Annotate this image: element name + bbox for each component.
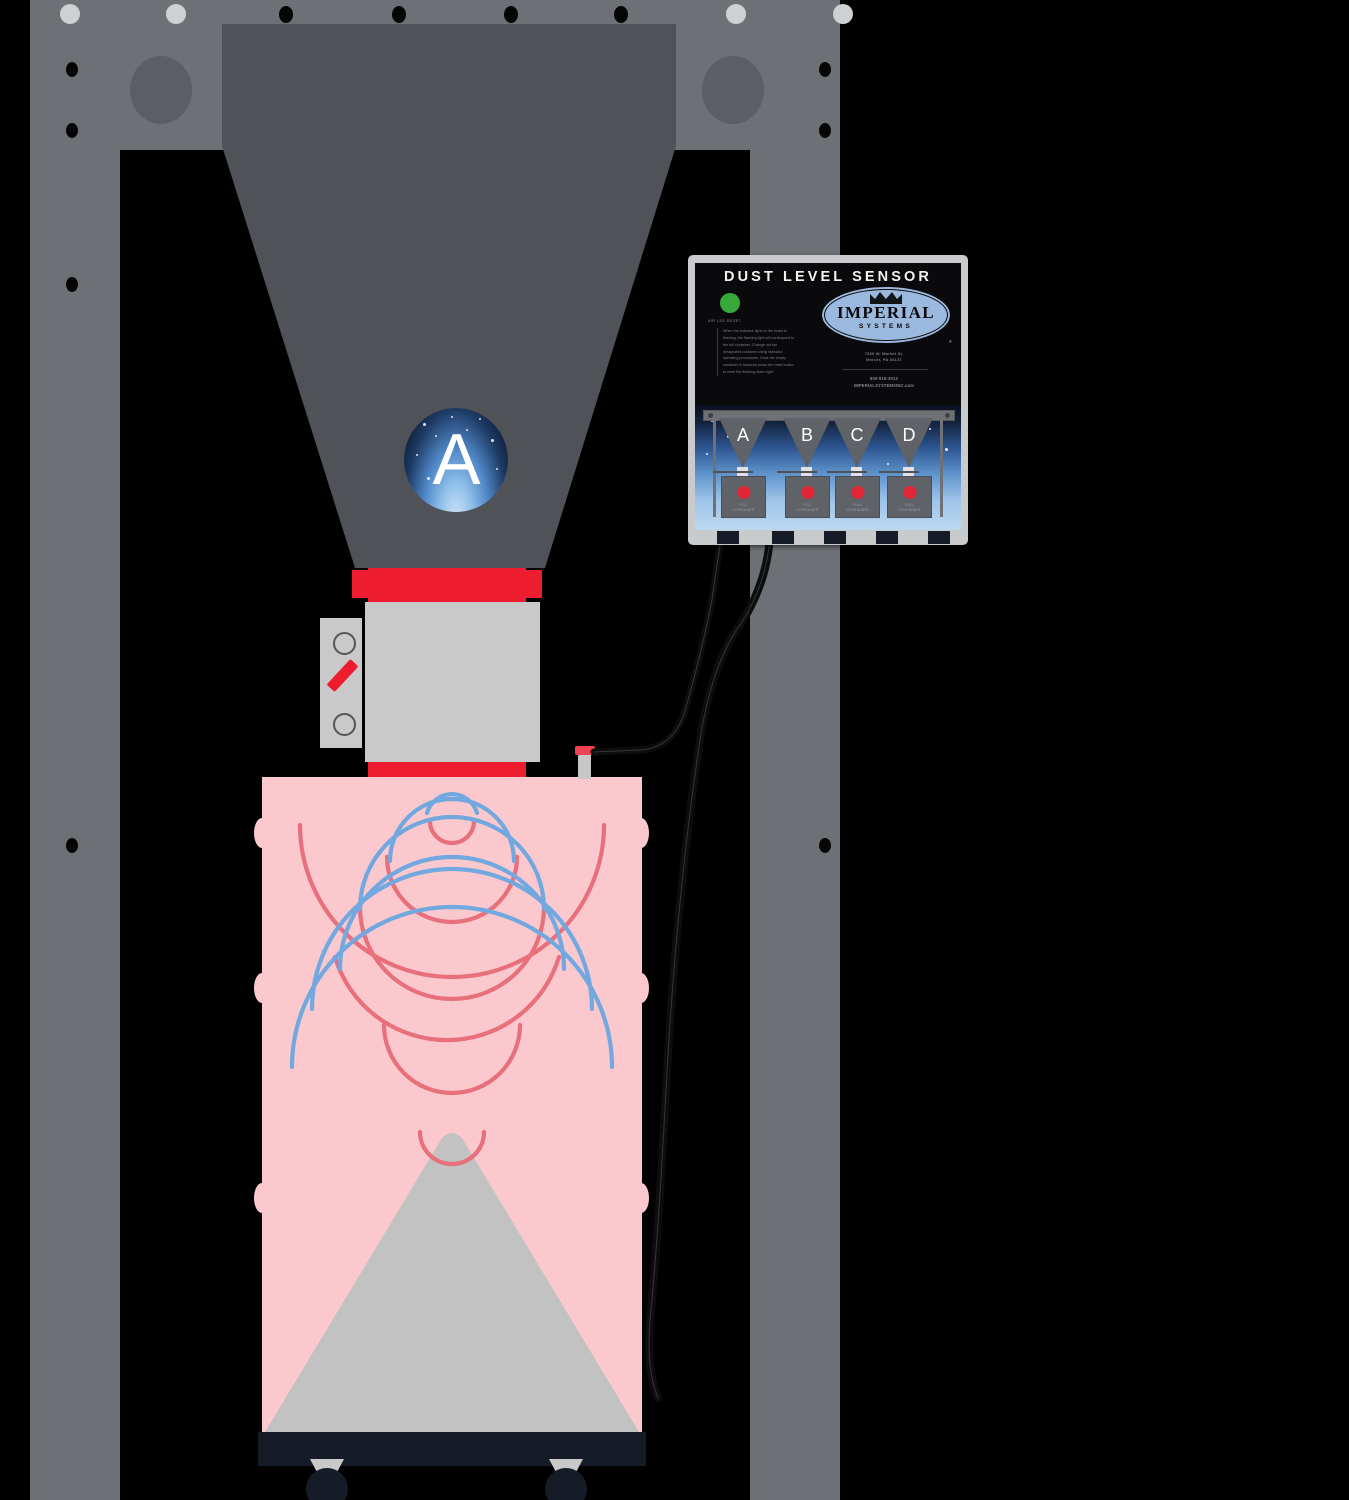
bin-a: FULL CONTAINER <box>721 476 766 518</box>
company-contact: 800-918-3013 IMPERIALSYSTEMSINC.com <box>820 375 948 390</box>
logo-wordmark: IMPERIAL <box>836 303 936 322</box>
bin-arm-a <box>713 471 753 473</box>
led-reset-label: AIR LED RESET <box>708 319 742 323</box>
panel-diagram-photo: A FULL CONTAINER B FULL CONTAINER C FULL… <box>695 405 961 530</box>
support-post <box>940 419 943 517</box>
panel-face: DUST LEVEL SENSOR AIR LED RESET When the… <box>695 263 961 530</box>
bin-led-d <box>903 486 916 499</box>
panel-instructions: When the indicator light on the board is… <box>717 328 795 376</box>
bin-status-d: FULL CONTAINER <box>898 503 921 513</box>
support-post <box>713 419 716 517</box>
bin-letter-d: D <box>902 425 916 445</box>
caster-wheel <box>306 1468 348 1500</box>
bin-led-c <box>851 486 864 499</box>
company-phone: 800-918-3013 <box>870 376 898 381</box>
panel-connector[interactable] <box>876 531 898 544</box>
slide-gate-body <box>365 602 540 762</box>
bin-status-a: FULL CONTAINER <box>732 503 755 513</box>
bin-letter-b: B <box>800 425 813 445</box>
bin-c: FULL CONTAINER <box>835 476 880 518</box>
bin-status-b: FULL CONTAINER <box>796 503 819 513</box>
dust-level-sensor-panel[interactable]: DUST LEVEL SENSOR AIR LED RESET When the… <box>688 255 968 545</box>
ultrasonic-wave-arcs <box>289 792 615 1167</box>
dust-material-pile <box>262 1133 642 1437</box>
imperial-systems-logo: IMPERIAL SYSTEMS ® <box>820 285 952 345</box>
upper-flange-band-inner <box>368 568 526 602</box>
divider <box>842 369 928 370</box>
hopper-badge-letter: A <box>432 420 480 500</box>
bin-b: FULL CONTAINER <box>785 476 830 518</box>
bin-arm-b <box>777 471 817 473</box>
bin-status-c: FULL CONTAINER <box>846 503 869 513</box>
panel-connector[interactable] <box>928 531 950 544</box>
panel-connector[interactable] <box>717 531 739 544</box>
bin-letter-c: C <box>850 425 864 445</box>
caster-wheel <box>545 1468 587 1500</box>
emitted-waves <box>297 818 607 1167</box>
company-website: IMPERIALSYSTEMSINC.com <box>853 383 915 389</box>
bolt-hole <box>819 838 831 853</box>
hopper-cone <box>130 24 764 568</box>
company-address: 7320 W. Market St. Mercer, PA 16137 <box>864 351 904 363</box>
illustration-canvas: A DUST LEVEL SENSOR AIR LED RESET When t… <box>0 0 1349 1500</box>
panel-connector[interactable] <box>772 531 794 544</box>
bin-d: FULL CONTAINER <box>887 476 932 518</box>
bolt-hole <box>66 838 78 853</box>
sensor-probe-cap <box>575 746 595 755</box>
panel-connector[interactable] <box>824 531 846 544</box>
registered-mark: ® <box>949 339 952 344</box>
status-led-green <box>720 293 740 313</box>
sensor-probe-body <box>578 753 591 779</box>
bin-led-a <box>737 486 750 499</box>
gate-bolt-hole <box>333 632 356 655</box>
bin-letter-a: A <box>736 425 749 445</box>
bin-led-b <box>801 486 814 499</box>
bin-arm-c <box>827 471 867 473</box>
panel-title: DUST LEVEL SENSOR <box>724 269 932 285</box>
bin-arm-d <box>879 471 919 473</box>
gate-bolt-hole <box>333 713 356 736</box>
hopper-letter-badge: A <box>404 408 508 512</box>
logo-subtitle: SYSTEMS <box>859 323 913 330</box>
